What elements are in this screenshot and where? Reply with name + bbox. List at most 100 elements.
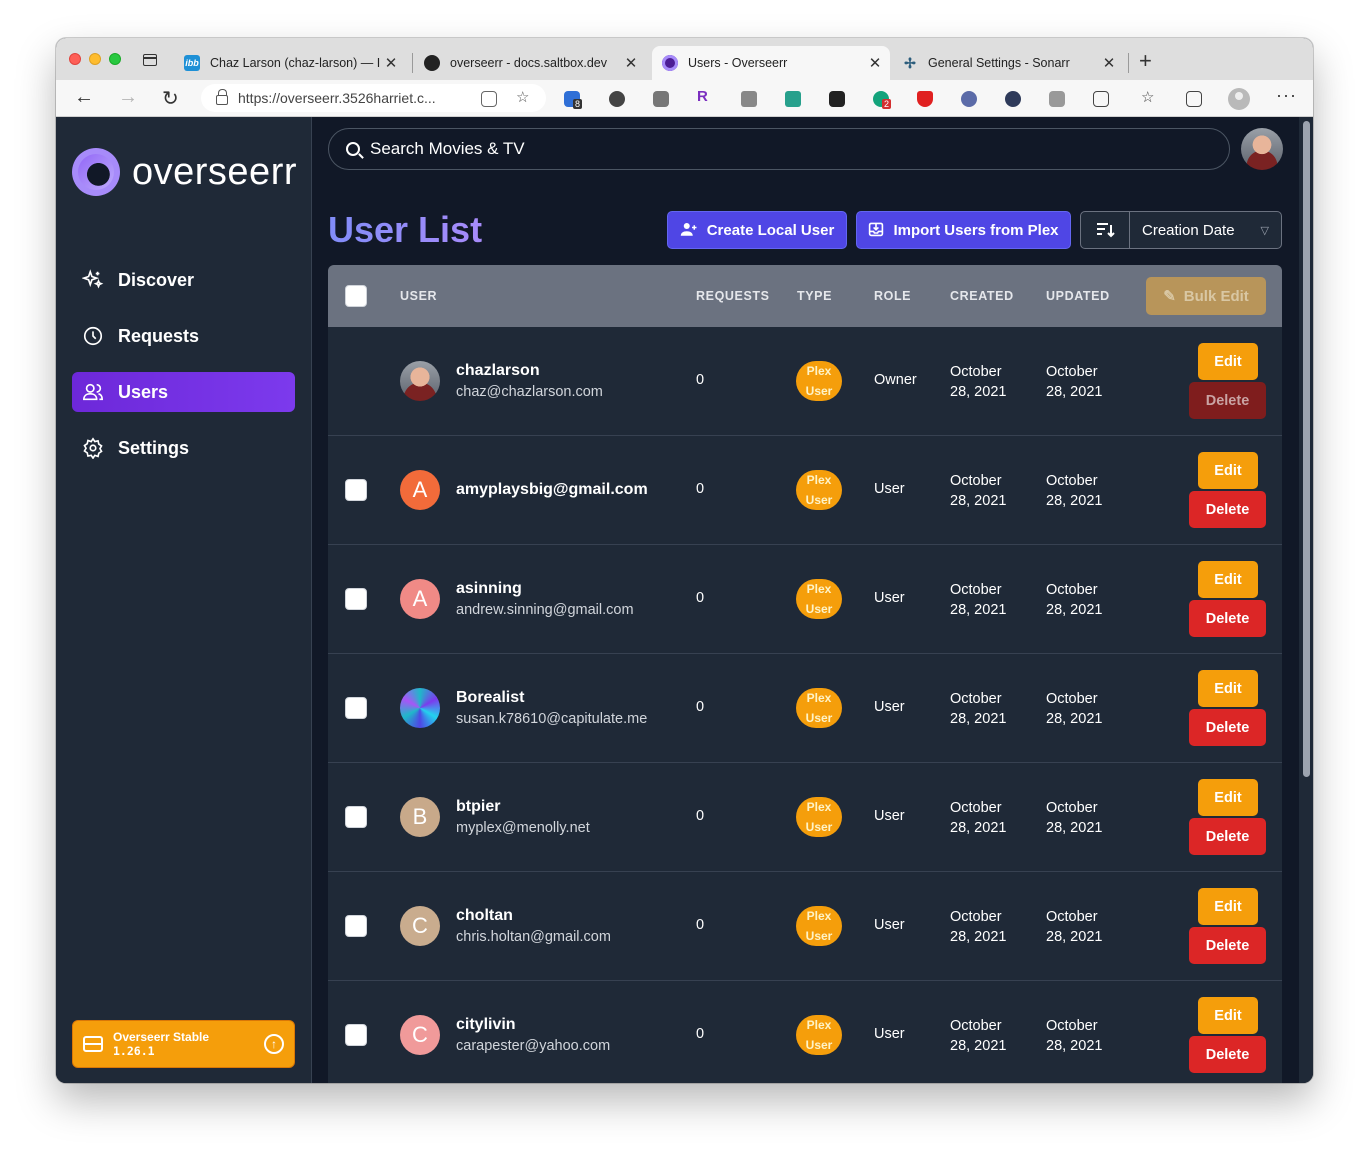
sidebar-item-settings[interactable]: Settings — [72, 428, 295, 468]
tab-sidebar-icon[interactable] — [143, 54, 157, 66]
current-user-avatar[interactable] — [1241, 128, 1283, 170]
sort-by-select[interactable]: Creation Date ▽ — [1130, 212, 1281, 248]
browser-tab-active[interactable]: Users - Overseerr ✕ — [652, 46, 890, 80]
zoom-window-button[interactable] — [109, 53, 121, 65]
close-tab-icon[interactable]: ✕ — [382, 54, 400, 72]
edit-button[interactable]: Edit — [1198, 997, 1258, 1034]
delete-button[interactable]: Delete — [1189, 382, 1266, 419]
edit-button[interactable]: Edit — [1198, 452, 1258, 489]
button-label: Bulk Edit — [1183, 287, 1249, 305]
scrollbar-thumb[interactable] — [1303, 121, 1310, 777]
overseerr-logo[interactable]: overseerr — [72, 148, 297, 196]
table-row: C citylivin carapester@yahoo.com 0 Plex U… — [328, 981, 1282, 1083]
close-tab-icon[interactable]: ✕ — [1100, 54, 1118, 72]
favorites-icon[interactable]: ☆ — [1141, 88, 1157, 106]
browser-profile-avatar[interactable] — [1228, 88, 1250, 110]
sidebar-item-discover[interactable]: Discover — [72, 260, 295, 300]
request-count[interactable]: 0 — [696, 917, 704, 933]
column-header-updated[interactable]: UPDATED — [1046, 289, 1110, 303]
extension-camera-icon[interactable] — [1049, 91, 1065, 107]
edit-button[interactable]: Edit — [1198, 779, 1258, 816]
row-checkbox[interactable] — [345, 479, 367, 501]
import-users-from-plex-button[interactable]: Import Users from Plex — [856, 211, 1071, 249]
browser-tab[interactable]: ✢ General Settings - Sonarr ✕ — [892, 46, 1124, 80]
search-input[interactable]: Search Movies & TV — [370, 139, 525, 159]
delete-button[interactable]: Delete — [1189, 927, 1266, 964]
column-header-role[interactable]: ROLE — [874, 289, 911, 303]
user-name[interactable]: citylivin — [456, 1016, 516, 1034]
back-icon[interactable]: ← — [74, 86, 94, 109]
browser-tab[interactable]: ibb Chaz Larson (chaz-larson) — I ✕ — [174, 46, 406, 80]
request-count[interactable]: 0 — [696, 590, 704, 606]
create-local-user-button[interactable]: Create Local User — [667, 211, 847, 249]
column-header-type[interactable]: TYPE — [797, 289, 832, 303]
bulk-edit-button[interactable]: ✎ Bulk Edit — [1146, 277, 1266, 315]
edit-button[interactable]: Edit — [1198, 343, 1258, 380]
delete-button[interactable]: Delete — [1189, 709, 1266, 746]
sidebar-item-users[interactable]: Users — [72, 372, 295, 412]
version-badge[interactable]: Overseerr Stable 1.26.1 ↑ — [72, 1020, 295, 1068]
row-checkbox[interactable] — [345, 915, 367, 937]
close-window-button[interactable] — [69, 53, 81, 65]
request-count[interactable]: 0 — [696, 808, 704, 824]
column-header-requests[interactable]: REQUESTS — [696, 289, 770, 303]
delete-button[interactable]: Delete — [1189, 818, 1266, 855]
user-name[interactable]: asinning — [456, 580, 522, 598]
select-all-checkbox[interactable] — [345, 285, 367, 307]
sort-direction-button[interactable] — [1081, 212, 1130, 248]
row-checkbox[interactable] — [345, 588, 367, 610]
close-tab-icon[interactable]: ✕ — [866, 54, 884, 72]
extension-shield-icon[interactable] — [785, 91, 801, 107]
extension-grammarly-icon[interactable]: 2 — [873, 91, 892, 109]
delete-button[interactable]: Delete — [1189, 1036, 1266, 1073]
user-name[interactable]: btpier — [456, 798, 500, 816]
date-line: 28, 2021 — [950, 929, 1007, 945]
delete-button[interactable]: Delete — [1189, 600, 1266, 637]
extension-tool-icon[interactable] — [741, 91, 757, 107]
date-line: 28, 2021 — [1046, 384, 1103, 400]
search-bar[interactable]: Search Movies & TV — [328, 128, 1230, 170]
delete-button[interactable]: Delete — [1189, 491, 1266, 528]
column-header-created[interactable]: CREATED — [950, 289, 1014, 303]
sidebar: overseerr Discover Requests Users Settin… — [56, 117, 312, 1083]
sidebar-item-requests[interactable]: Requests — [72, 316, 295, 356]
edit-button[interactable]: Edit — [1198, 888, 1258, 925]
edit-button[interactable]: Edit — [1198, 670, 1258, 707]
scrollbar[interactable] — [1299, 117, 1313, 1083]
extension-copy-icon[interactable] — [653, 91, 669, 107]
more-icon[interactable]: ··· — [1276, 85, 1297, 106]
user-name[interactable]: Borealist — [456, 689, 524, 707]
collections-icon[interactable] — [1186, 91, 1202, 107]
close-tab-icon[interactable]: ✕ — [622, 54, 640, 72]
request-count[interactable]: 0 — [696, 372, 704, 388]
favorite-add-icon[interactable]: ☆ — [516, 88, 532, 106]
user-name[interactable]: chazlarson — [456, 362, 540, 380]
extension-ublock-icon[interactable] — [917, 91, 933, 107]
avatar: B — [400, 797, 440, 837]
user-name[interactable]: amyplaysbig@gmail.com — [456, 481, 648, 499]
extension-trello-icon[interactable]: 8 — [564, 91, 583, 109]
extensions-puzzle-icon[interactable] — [1093, 91, 1109, 107]
request-count[interactable]: 0 — [696, 481, 704, 497]
edit-button[interactable]: Edit — [1198, 561, 1258, 598]
app-grid-icon[interactable] — [481, 91, 497, 107]
extension-r-icon[interactable]: R — [697, 88, 713, 105]
row-checkbox[interactable] — [345, 1024, 367, 1046]
new-tab-icon[interactable]: + — [1139, 48, 1152, 74]
extension-game-icon[interactable] — [829, 91, 845, 107]
extension-person-icon[interactable] — [1005, 91, 1021, 107]
browser-tab[interactable]: overseerr - docs.saltbox.dev ✕ — [414, 46, 646, 80]
tab-separator — [412, 53, 413, 73]
row-checkbox[interactable] — [345, 806, 367, 828]
forward-icon[interactable]: → — [118, 86, 138, 109]
user-name[interactable]: choltan — [456, 907, 513, 925]
row-checkbox[interactable] — [345, 697, 367, 719]
tab-title: General Settings - Sonarr — [928, 56, 1070, 70]
minimize-window-button[interactable] — [89, 53, 101, 65]
column-header-user[interactable]: USER — [400, 289, 437, 303]
request-count[interactable]: 0 — [696, 1026, 704, 1042]
reload-icon[interactable]: ↻ — [162, 86, 179, 111]
extension-chat-icon[interactable] — [609, 91, 625, 107]
request-count[interactable]: 0 — [696, 699, 704, 715]
extension-globe-icon[interactable] — [961, 91, 977, 107]
